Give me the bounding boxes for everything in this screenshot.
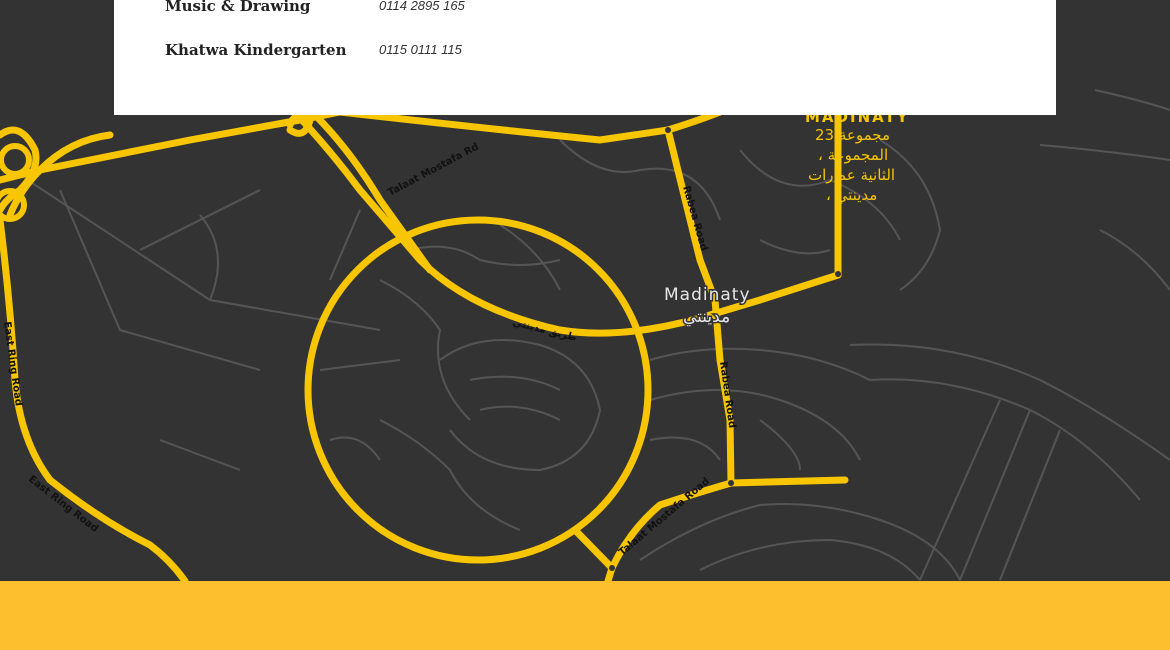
contact-card: Music & Drawing 0114 2895 165 Khatwa Kin… bbox=[114, 0, 1056, 115]
major-roads bbox=[0, 108, 849, 581]
road-label-east-ring-road-1: East Ring Road bbox=[1, 321, 24, 407]
place-label-madinaty-ar: مدينتي bbox=[683, 307, 730, 327]
district-label-ar-1: مجموعة 23 bbox=[815, 126, 890, 144]
ring-road bbox=[304, 216, 652, 564]
road-label-talaat-mostafa-road-2: Talaat Mostafa Road bbox=[617, 476, 712, 558]
contact-name: Music & Drawing bbox=[165, 0, 311, 15]
contact-name: Khatwa Kindergarten bbox=[165, 41, 347, 59]
district-label-ar-4: ، مدينتي bbox=[826, 186, 877, 205]
road-label-talaat-mostafa-rd: Talaat Mostafa Rd bbox=[386, 141, 481, 198]
road-label-rabea-road-2: Rabea Road bbox=[717, 361, 737, 429]
footer-bar bbox=[0, 581, 1170, 650]
district-label-ar-2: ، المجموعة bbox=[818, 146, 888, 164]
district-label-ar-3: الثانية عمارات bbox=[808, 166, 895, 184]
road-label-madinaty-road-ar: طريق مدينتي bbox=[511, 317, 578, 344]
road-label-east-ring-road-2: East Ring Road bbox=[26, 474, 100, 535]
place-label-madinaty: Madinaty bbox=[664, 285, 751, 305]
contact-phone[interactable]: 0114 2895 165 bbox=[379, 0, 465, 13]
contact-phone[interactable]: 0115 0111 115 bbox=[379, 42, 462, 57]
